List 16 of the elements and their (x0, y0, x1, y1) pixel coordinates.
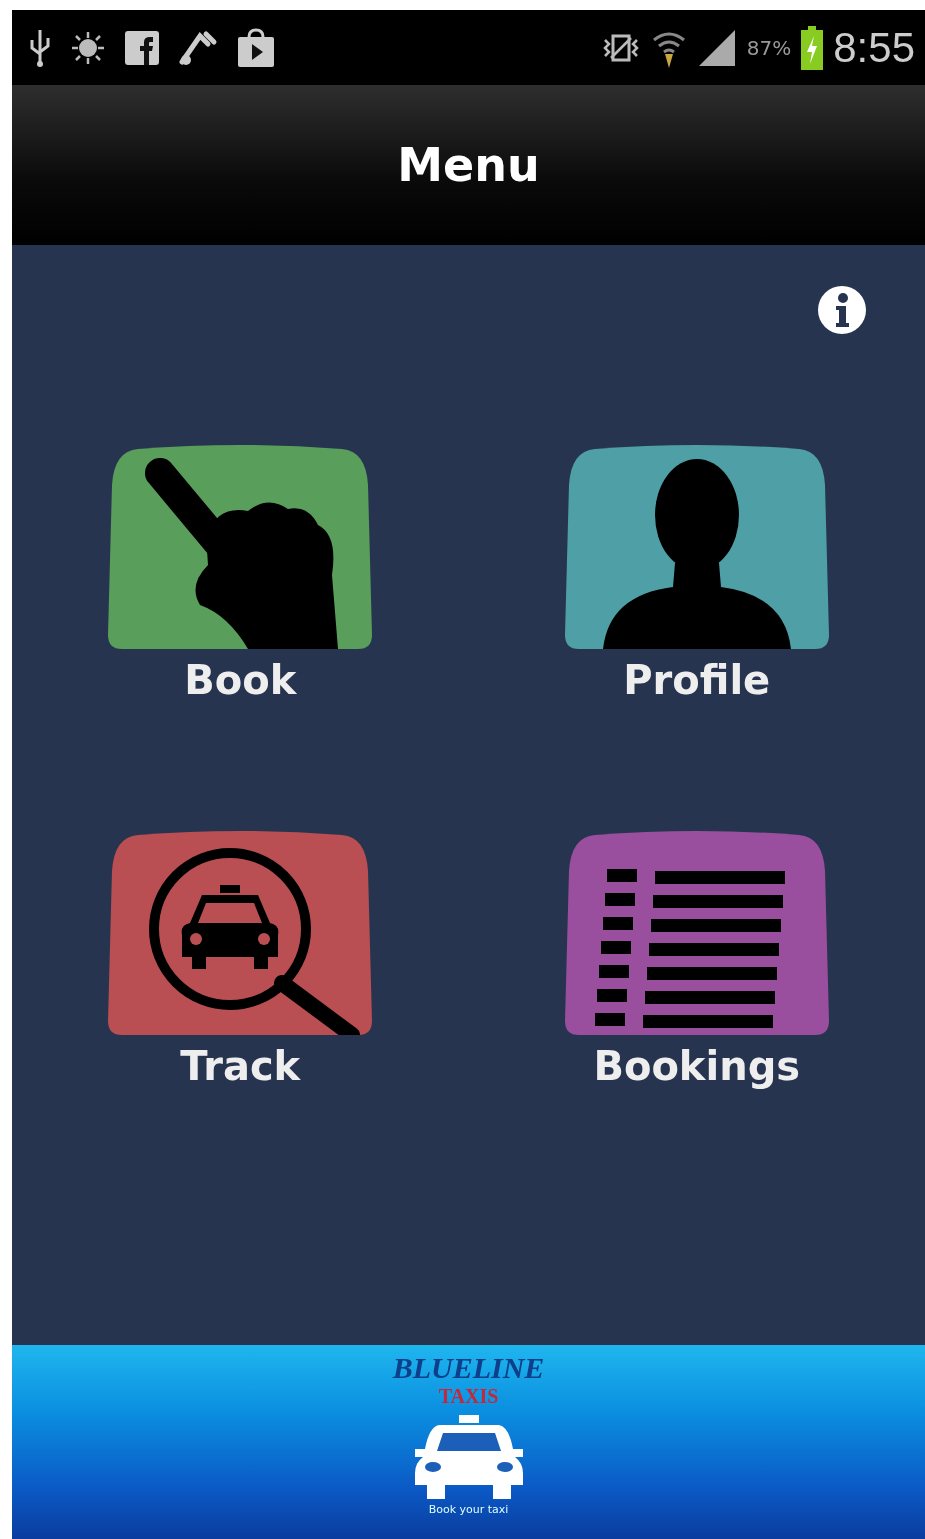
clock-time: 8:55 (833, 23, 915, 72)
menu-tile[interactable]: Book (12, 445, 469, 703)
brightness-icon (70, 29, 106, 66)
shopping-bag-icon (236, 27, 276, 68)
screen-title: Menu (397, 138, 540, 192)
info-icon[interactable] (817, 285, 867, 335)
brand-name: BLUELINE (392, 1353, 545, 1383)
tagline: Book your taxi (428, 1503, 509, 1516)
brand-subtitle: TAXIS (438, 1384, 499, 1409)
menu-tile[interactable]: Profile (468, 445, 925, 703)
menu-tile[interactable]: Track (12, 831, 469, 1089)
facebook-icon (124, 29, 160, 66)
battery-icon (801, 25, 824, 70)
usb-icon (28, 27, 52, 68)
menu-tile[interactable]: Bookings (468, 831, 925, 1089)
battery-percent: 87% (746, 35, 792, 60)
